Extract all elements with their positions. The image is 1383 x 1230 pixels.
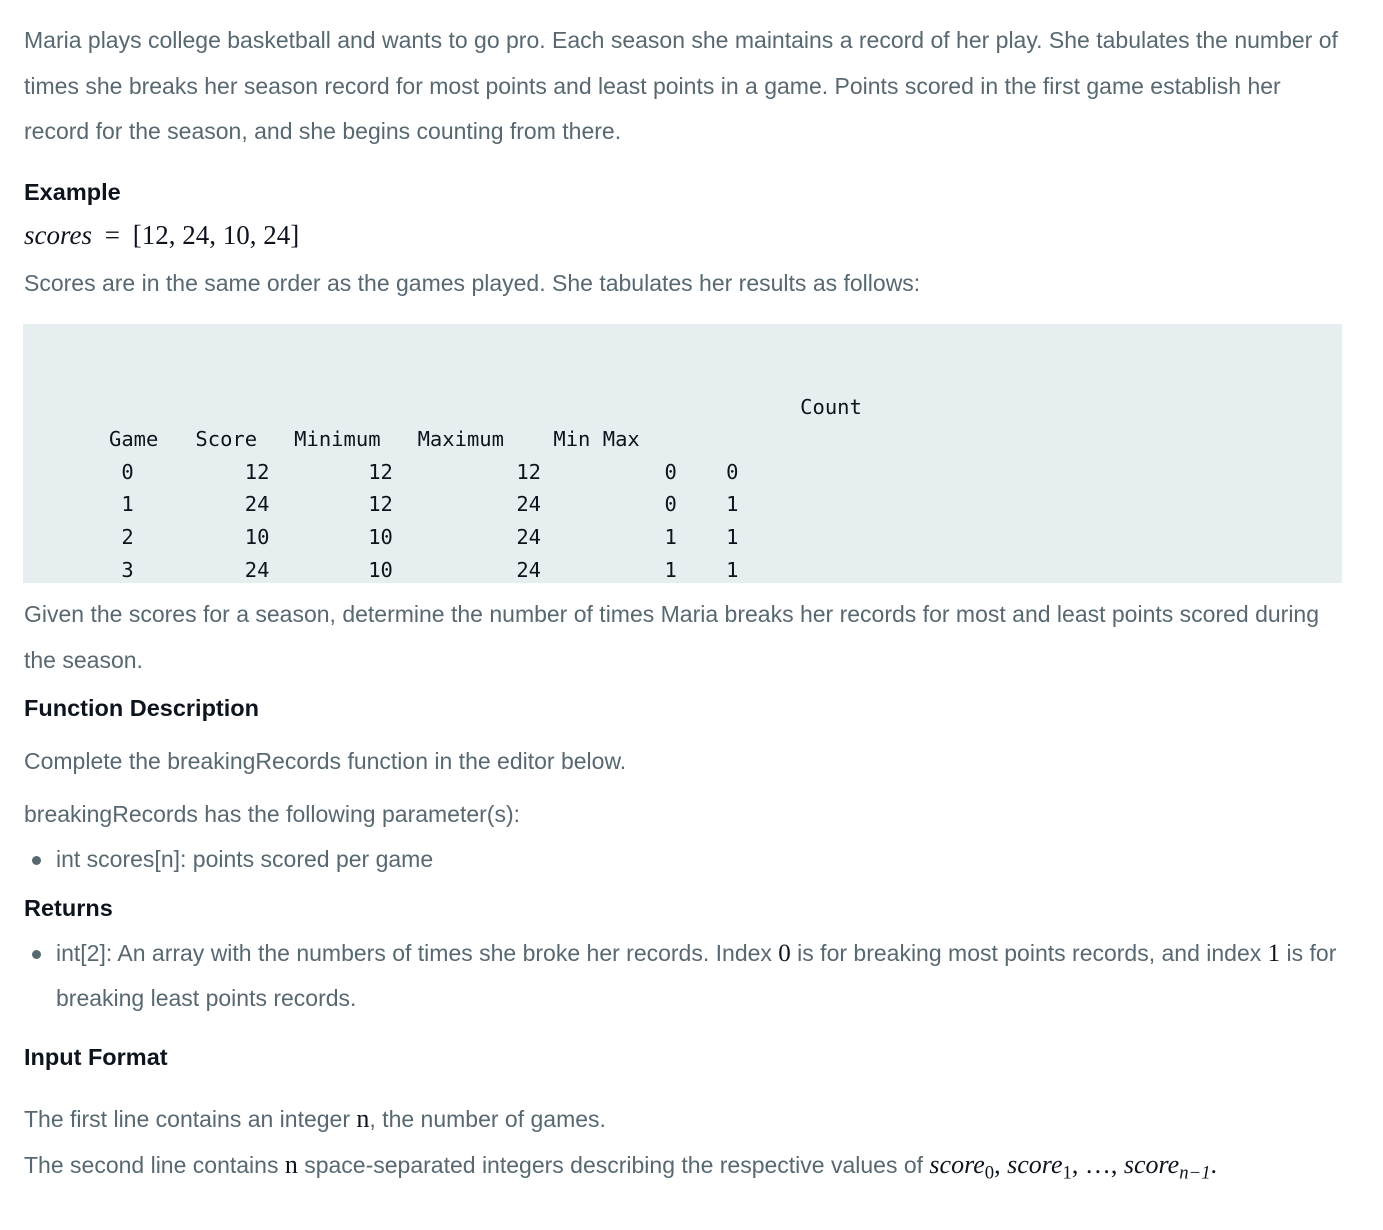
bullet-icon	[32, 949, 41, 959]
table-cell: 1	[664, 557, 677, 582]
input-format-heading: Input Format	[24, 1043, 168, 1070]
score-var: score	[1007, 1150, 1063, 1179]
returns-text: int[2]: An array with the numbers of tim…	[56, 939, 779, 966]
n-variable: n	[284, 1150, 298, 1179]
intro-paragraph: Maria plays college basketball and wants…	[24, 27, 1338, 144]
scores-variable: scores	[24, 219, 92, 250]
count-header: Count	[800, 394, 862, 419]
table-cell: 0	[664, 492, 677, 517]
score-var: score	[929, 1150, 985, 1179]
table-cell: 2	[121, 524, 134, 549]
input-text: space-separated integers describing the …	[297, 1152, 930, 1178]
index-zero: 0	[778, 939, 791, 967]
table-cell: 12	[244, 459, 270, 484]
returns-heading: Returns	[24, 894, 113, 921]
input-text: The first line contains an integer	[24, 1105, 357, 1132]
table-cell: 1	[121, 492, 134, 517]
column-header: Game	[109, 427, 159, 452]
table-cell: 10	[368, 557, 393, 582]
problem-statement: Maria plays college basketball and wants…	[23, 18, 1342, 1189]
parameter-text: int scores[n]: points scored per game	[56, 846, 434, 872]
column-header: Maximum	[417, 427, 504, 452]
score-var: score	[1123, 1150, 1180, 1179]
example-formula: scores = [12, 24, 10, 24]	[24, 217, 1342, 253]
returns-item: int[2]: An array with the numbers of tim…	[24, 931, 1342, 1022]
example-description: Scores are in the same order as the game…	[24, 269, 921, 296]
n-variable: n	[356, 1103, 370, 1133]
index-one: 1	[1267, 939, 1281, 967]
scores-array: [12, 24, 10, 24]	[132, 219, 300, 250]
example-heading: Example	[24, 178, 121, 205]
subscript: 0	[984, 1162, 995, 1184]
input-format-line-2: The second line contains n space-separat…	[24, 1142, 1342, 1189]
subscript: n−1	[1179, 1162, 1211, 1184]
function-description-text: Complete the breakingRecords function in…	[24, 748, 627, 774]
table-cell: 1	[726, 557, 739, 582]
input-text: , the number of games.	[369, 1105, 606, 1132]
subscript: 1	[1062, 1162, 1072, 1184]
column-header: Score	[195, 427, 258, 452]
table-cell: 3	[121, 557, 134, 582]
table-cell: 24	[244, 557, 270, 582]
results-table: Count Game Score Minimum Maximum Min Max…	[109, 358, 1342, 586]
table-cell: 24	[516, 557, 542, 582]
separator: ,	[1071, 1150, 1085, 1179]
table-cell: 24	[244, 492, 270, 517]
table-cell: 1	[726, 492, 739, 517]
table-cell: 1	[664, 524, 677, 549]
table-cell: 10	[368, 524, 393, 549]
separator: ,	[1110, 1150, 1124, 1179]
table-cell: 12	[368, 459, 393, 484]
table-cell: 0	[726, 459, 739, 484]
results-table-block: Count Game Score Minimum Maximum Min Max…	[23, 324, 1342, 583]
table-cell: 0	[121, 459, 134, 484]
function-description-heading: Function Description	[24, 695, 259, 721]
parameters-intro: breakingRecords has the following parame…	[24, 800, 521, 827]
table-cell: 1	[726, 524, 739, 549]
table-cell: 0	[664, 459, 677, 484]
returns-text: is for breaking most points records, and…	[790, 939, 1268, 966]
column-header: Minimum	[294, 427, 381, 452]
bullet-icon	[32, 856, 41, 865]
returns-list: int[2]: An array with the numbers of tim…	[24, 931, 1342, 1022]
column-header: Min	[553, 427, 591, 452]
input-format-line-1: The first line contains an integer n, th…	[24, 1096, 1342, 1143]
input-text: The second line contains	[24, 1152, 285, 1178]
task-paragraph: Given the scores for a season, determine…	[24, 601, 1320, 673]
parameter-item: int scores[n]: points scored per game	[24, 837, 1342, 883]
table-cell: 24	[516, 492, 542, 517]
table-cell: 10	[244, 524, 270, 549]
equals-sign: =	[104, 219, 120, 250]
ellipsis: …	[1084, 1150, 1111, 1179]
table-cell: 12	[368, 492, 393, 517]
separator: ,	[994, 1150, 1008, 1179]
table-cell: 24	[516, 524, 542, 549]
parameter-list: int scores[n]: points scored per game	[24, 837, 1342, 883]
table-cell: 12	[516, 459, 542, 484]
period: .	[1210, 1150, 1218, 1179]
score-sequence: score0, score1, …, scoren−1.	[929, 1150, 1218, 1182]
column-header: Max	[602, 427, 640, 452]
